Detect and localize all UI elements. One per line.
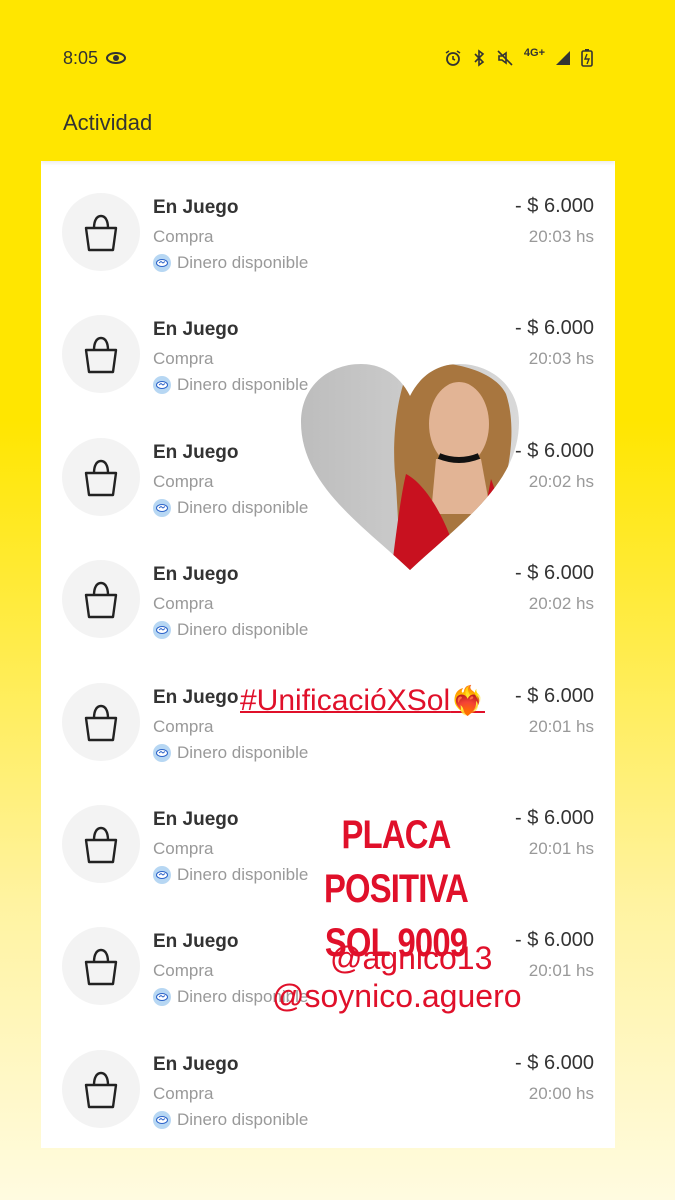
app-bar: 8:05 4G+ Actividad: [41, 28, 615, 161]
handle-agnico13: @agnico13: [330, 940, 493, 976]
payment-source-label: Dinero disponible: [177, 742, 309, 762]
transaction-time: 20:03 hs: [528, 349, 594, 369]
merchant-name: En Juego: [153, 319, 239, 341]
payment-source: Dinero disponible: [153, 1110, 308, 1130]
payment-source: Dinero disponible: [153, 620, 308, 640]
transaction-type: Compra: [153, 1083, 214, 1103]
transaction-time: 20:01 hs: [528, 961, 594, 981]
status-time: 8:05: [63, 47, 99, 68]
payment-source: Dinero disponible: [153, 253, 308, 273]
transaction-type: Compra: [153, 471, 214, 491]
activity-row[interactable]: En Juego Compra Dinero disponible - $ 6.…: [41, 1018, 615, 1140]
transaction-type: Compra: [153, 349, 214, 369]
mercadopago-icon: [153, 1110, 171, 1129]
purchase-avatar: [62, 927, 140, 1006]
status-bar: 8:05 4G+: [63, 46, 593, 70]
merchant-name: En Juego: [153, 808, 239, 830]
transaction-type: Compra: [153, 961, 214, 981]
transaction-amount: - $ 6.000: [515, 1051, 594, 1074]
transaction-time: 20:03 hs: [528, 227, 594, 246]
signal-icon: [555, 50, 571, 66]
shopping-bag-icon: [81, 1069, 121, 1109]
shopping-bag-icon: [81, 579, 121, 619]
bluetooth-icon: [472, 49, 486, 67]
network-type: 4G+: [523, 47, 545, 59]
purchase-avatar: [62, 193, 140, 271]
transaction-amount: - $ 6.000: [515, 684, 594, 707]
transaction-amount: - $ 6.000: [515, 195, 594, 217]
payment-source: Dinero disponible: [153, 743, 308, 763]
flaming-heart-icon: ❤️‍🔥: [450, 685, 485, 716]
shopping-bag-icon: [81, 334, 121, 374]
eye-icon: [106, 51, 127, 65]
payment-source: Dinero disponible: [153, 498, 308, 518]
mercadopago-icon: [153, 621, 171, 640]
payment-source-label: Dinero disponible: [177, 375, 309, 395]
mercadopago-icon: [153, 254, 171, 272]
hashtag-text: #UnificacióXSol: [240, 684, 451, 717]
merchant-name: En Juego: [153, 197, 239, 218]
shopping-bag-icon: [81, 457, 121, 497]
transaction-type: Compra: [153, 227, 214, 246]
purchase-avatar: [62, 1049, 140, 1128]
mercadopago-icon: [153, 498, 171, 517]
battery-icon: [581, 49, 593, 67]
merchant-name: En Juego: [153, 441, 239, 463]
mercadopago-icon: [153, 865, 171, 884]
purchase-avatar: [62, 560, 140, 639]
merchant-name: En Juego: [153, 931, 239, 953]
heart-photo-sticker: [301, 364, 519, 574]
shopping-bag-icon: [81, 702, 121, 742]
activity-row[interactable]: En Juego Compra Dinero disponible - $ 6.…: [41, 161, 615, 283]
transaction-amount: - $ 6.000: [515, 806, 594, 829]
payment-source-label: Dinero disponible: [177, 620, 309, 640]
payment-source-label: Dinero disponible: [177, 497, 309, 517]
mercadopago-icon: [153, 376, 171, 395]
purchase-avatar: [62, 315, 140, 394]
transaction-type: Compra: [153, 594, 214, 614]
transaction-time: 20:01 hs: [528, 716, 594, 736]
payment-source: Dinero disponible: [153, 375, 308, 395]
transaction-amount: - $ 6.000: [515, 317, 594, 340]
shopping-bag-icon: [81, 824, 121, 864]
shopping-bag-icon: [81, 946, 121, 986]
transaction-time: 20:02 hs: [528, 594, 594, 614]
purchase-avatar: [62, 804, 140, 883]
transaction-type: Compra: [153, 838, 214, 858]
payment-source-label: Dinero disponible: [177, 864, 309, 884]
payment-source: Dinero disponible: [153, 865, 308, 885]
merchant-name: En Juego: [153, 1053, 239, 1075]
purchase-avatar: [62, 437, 140, 516]
payment-source-label: Dinero disponible: [177, 1109, 309, 1129]
hashtag-sticker: #UnificacióXSol❤️‍🔥: [240, 684, 485, 718]
merchant-name: En Juego: [153, 564, 239, 586]
transaction-amount: - $ 6.000: [515, 439, 594, 462]
mute-icon: [496, 49, 514, 67]
placa-line1: PLACA POSITIVA: [323, 813, 469, 911]
page-title: Actividad: [63, 110, 153, 135]
mercadopago-icon: [153, 988, 171, 1007]
transaction-time: 20:01 hs: [528, 838, 594, 858]
transaction-time: 20:02 hs: [528, 471, 594, 491]
transaction-time: 20:00 hs: [528, 1083, 594, 1103]
transaction-amount: - $ 6.000: [515, 562, 594, 585]
handle-soynico: @soynico.aguero: [272, 978, 522, 1014]
shopping-bag-icon: [81, 212, 121, 252]
mercadopago-icon: [153, 743, 171, 762]
transaction-type: Compra: [153, 716, 214, 736]
transaction-amount: - $ 6.000: [515, 929, 594, 952]
alarm-icon: [444, 49, 462, 67]
payment-source-label: Dinero disponible: [177, 253, 309, 272]
purchase-avatar: [62, 682, 140, 761]
merchant-name: En Juego: [153, 686, 239, 708]
